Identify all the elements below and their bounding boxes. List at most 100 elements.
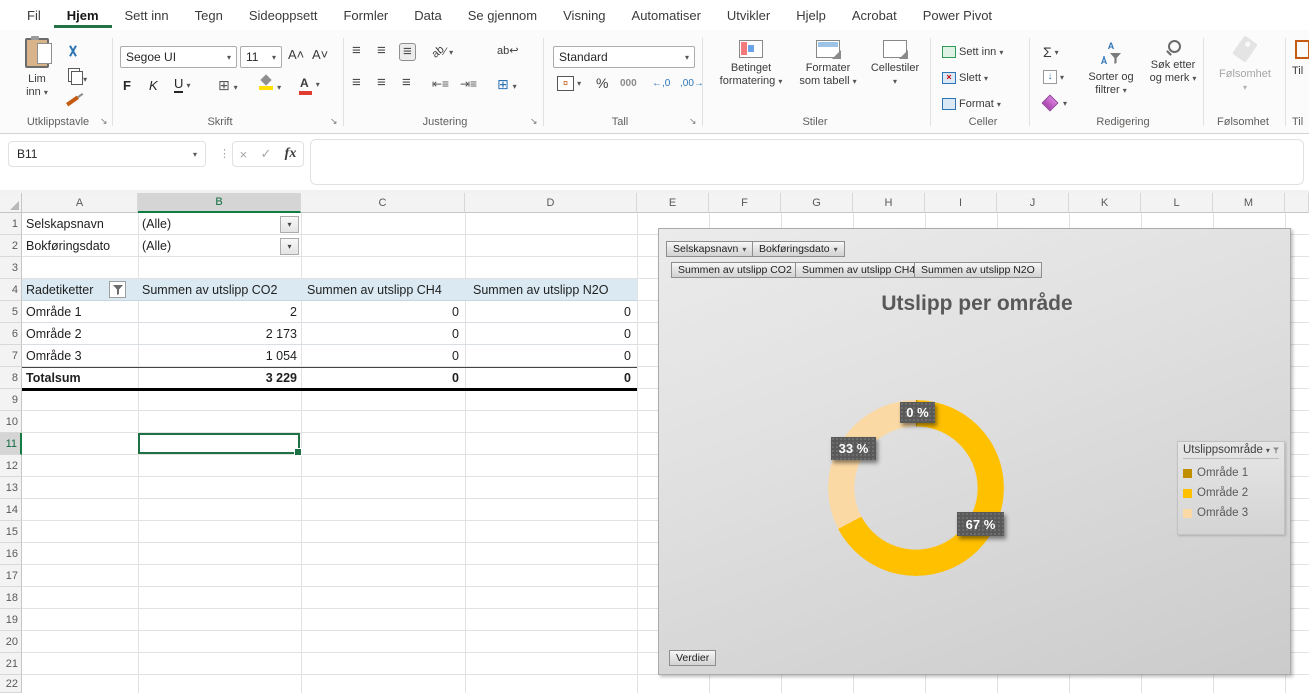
column-header-c[interactable]: C (301, 193, 465, 213)
column-header-k[interactable]: K (1069, 193, 1141, 213)
pivot-cell[interactable]: 0 (465, 303, 631, 322)
paste-button[interactable]: Lim inn ▾ (8, 38, 66, 99)
tab-automatiser[interactable]: Automatiser (619, 2, 714, 28)
pivot-row-label[interactable]: Område 1 (26, 303, 82, 322)
filter-dropdown-bokforingsdato[interactable]: ▾ (280, 238, 299, 255)
pivot-cell[interactable]: 0 (301, 325, 459, 344)
italic-button[interactable]: K (149, 78, 158, 93)
legend-item[interactable]: Område 2 (1183, 487, 1279, 499)
pivot-total-cell[interactable]: 0 (465, 369, 631, 388)
font-dialog-launcher[interactable]: ↘ (330, 116, 338, 127)
cell-a2[interactable]: Bokføringsdato (26, 237, 110, 256)
pivot-cell[interactable]: 1 054 (138, 347, 297, 366)
percent-style-button[interactable]: % (596, 75, 608, 91)
tab-acrobat[interactable]: Acrobat (839, 2, 910, 28)
legend-header[interactable]: Utslippsområde ▾ (1183, 444, 1279, 459)
align-center-button[interactable]: ≡ (377, 76, 386, 90)
increase-indent-button[interactable]: ⇥≡ (460, 77, 477, 91)
pivot-chart[interactable]: Selskapsnavn▾ Bokføringsdato▾ Summen av … (658, 228, 1291, 675)
row-header-13[interactable]: 13 (0, 477, 22, 499)
tab-data[interactable]: Data (401, 2, 454, 28)
tab-sideoppsett[interactable]: Sideoppsett (236, 2, 331, 28)
increase-decimal-button[interactable]: ←,0 (652, 78, 670, 89)
row-header-10[interactable]: 10 (0, 411, 22, 433)
column-header-f[interactable]: F (709, 193, 781, 213)
fill-handle[interactable] (294, 448, 302, 456)
pivot-total-cell[interactable]: 3 229 (138, 369, 297, 388)
formula-input[interactable] (310, 139, 1304, 185)
pivot-header-ch4[interactable]: Summen av utslipp CH4 (307, 281, 442, 300)
pivot-cell[interactable]: 0 (301, 303, 459, 322)
comma-style-button[interactable]: 000 (620, 78, 637, 89)
pivot-row-label[interactable]: Område 3 (26, 347, 82, 366)
borders-button[interactable]: ⊞ ▾ (218, 77, 238, 94)
row-header-11[interactable]: 11 (0, 433, 22, 455)
pivot-cell[interactable]: 0 (301, 347, 459, 366)
row-header-8[interactable]: 8 (0, 367, 22, 389)
cancel-icon[interactable]: × (240, 147, 248, 162)
cell-b2[interactable]: (Alle) (142, 237, 171, 256)
formula-bar-splitter[interactable]: ⋮ (219, 147, 230, 160)
format-as-table-button[interactable]: Formater som tabell ▾ (792, 40, 864, 88)
accounting-format-button[interactable]: ¤ ▾ (557, 76, 581, 91)
column-header-l[interactable]: L (1141, 193, 1213, 213)
align-bottom-button[interactable]: ≡ (399, 43, 416, 61)
chart-field-button-selskapsnavn[interactable]: Selskapsnavn▾ (666, 241, 753, 257)
alignment-dialog-launcher[interactable]: ↘ (530, 116, 538, 127)
align-right-button[interactable]: ≡ (402, 76, 411, 90)
column-header-m[interactable]: M (1213, 193, 1285, 213)
row-header-3[interactable]: 3 (0, 257, 22, 279)
sort-filter-button[interactable]: AÅ Sorter og filtrer ▾ (1080, 40, 1142, 97)
row-header-16[interactable]: 16 (0, 543, 22, 565)
chart-field-button-bokforingsdato[interactable]: Bokføringsdato▾ (752, 241, 845, 257)
row-header-2[interactable]: 2 (0, 235, 22, 257)
chart-value-button-n2o[interactable]: Summen av utslipp N2O (914, 262, 1042, 278)
pivot-header-co2[interactable]: Summen av utslipp CO2 (142, 281, 277, 300)
tab-hjem[interactable]: Hjem (54, 2, 112, 28)
orientation-button[interactable]: ab⁄ ▾ (432, 46, 453, 58)
column-header-g[interactable]: G (781, 193, 853, 213)
font-size-select[interactable]: 11▾ (240, 46, 282, 68)
row-header-12[interactable]: 12 (0, 455, 22, 477)
number-format-select[interactable]: Standard▾ (553, 46, 695, 68)
format-painter-button[interactable] (66, 94, 79, 106)
fill-color-button[interactable]: ▾ (259, 75, 281, 93)
format-cells-button[interactable]: . Format▾ (942, 98, 1001, 110)
align-middle-button[interactable]: ≡ (377, 44, 386, 58)
conditional-formatting-button[interactable]: Betinget formatering ▾ (712, 40, 790, 88)
tab-tegn[interactable]: Tegn (182, 2, 236, 28)
tab-formler[interactable]: Formler (330, 2, 401, 28)
column-header-e[interactable]: E (637, 193, 709, 213)
selected-cell-b11[interactable] (138, 433, 300, 454)
column-header-h[interactable]: H (853, 193, 925, 213)
chart-value-button-co2[interactable]: Summen av utslipp CO2 (671, 262, 799, 278)
fill-button[interactable]: ↓▾ (1043, 70, 1064, 84)
column-header-j[interactable]: J (997, 193, 1069, 213)
pivot-cell[interactable]: 0 (465, 347, 631, 366)
delete-cells-button[interactable]: × Slett▾ (942, 72, 988, 84)
clipboard-dialog-launcher[interactable]: ↘ (100, 116, 108, 127)
partial-right-button[interactable]: Til (1292, 40, 1309, 78)
column-header-b[interactable]: B (138, 193, 301, 213)
pivot-row-label[interactable]: Område 2 (26, 325, 82, 344)
row-header-18[interactable]: 18 (0, 587, 22, 609)
merge-center-button[interactable]: ⊞ ▾ (497, 76, 517, 93)
bold-button[interactable]: F (123, 78, 131, 93)
cell-styles-button[interactable]: Cellestiler▾ (864, 40, 926, 88)
row-header-9[interactable]: 9 (0, 389, 22, 411)
tab-power-pivot[interactable]: Power Pivot (910, 2, 1005, 28)
row-header-4[interactable]: 4 (0, 279, 22, 301)
legend-item[interactable]: Område 3 (1183, 507, 1279, 519)
decrease-indent-button[interactable]: ⇤≡ (432, 77, 449, 91)
pivot-total-label[interactable]: Totalsum (26, 369, 81, 388)
insert-function-icon[interactable]: fx (285, 146, 297, 162)
row-header-21[interactable]: 21 (0, 653, 22, 675)
column-header-i[interactable]: I (925, 193, 997, 213)
doughnut-ring[interactable] (828, 400, 1004, 576)
insert-cells-button[interactable]: Sett inn▾ (942, 46, 1003, 58)
row-header-22[interactable]: 22 (0, 675, 22, 693)
row-header-19[interactable]: 19 (0, 609, 22, 631)
pivot-cell[interactable]: 2 173 (138, 325, 297, 344)
tab-se-gjennom[interactable]: Se gjennom (455, 2, 550, 28)
decrease-decimal-button[interactable]: ,00→ (680, 78, 704, 89)
